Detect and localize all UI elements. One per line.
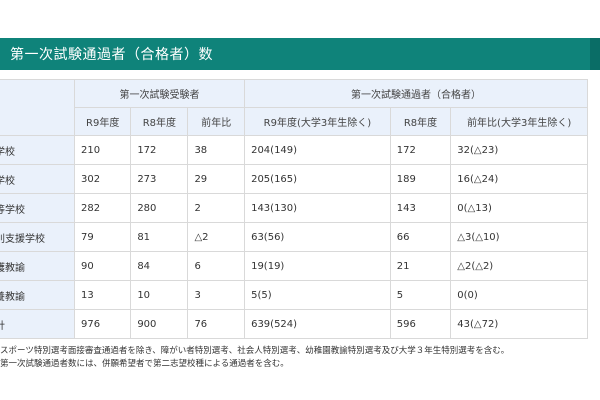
col-header-yoy-applicants: 前年比 xyxy=(187,107,246,136)
table-cell: 29 xyxy=(187,164,246,194)
table-cell: 273 xyxy=(130,164,189,194)
row-label: 等学校 xyxy=(0,193,76,223)
table-row: 護教諭 90 84 6 19(19) 21 △2(△2) xyxy=(0,251,588,281)
results-table: 第一次試験受験者 第一次試験通過者（合格者） R9年度 R8年度 前年比 R9年… xyxy=(0,79,588,339)
header-applicants: 第一次試験受験者 xyxy=(74,79,246,108)
footnotes: スポーツ特別選考面接審査通過者を除き、障がい者特別選考、社会人特別選考、幼稚園教… xyxy=(0,345,600,371)
table-cell: △2 xyxy=(187,222,246,252)
section-title: 第一次試験通過者（合格者）数 xyxy=(10,47,213,63)
table-cell: 204(149) xyxy=(244,135,391,165)
table-cell: 282 xyxy=(74,193,132,223)
table-cell: 302 xyxy=(74,164,132,194)
table-cell: △3(△10) xyxy=(450,222,588,252)
table-cell: 205(165) xyxy=(244,164,391,194)
table-cell: 63(56) xyxy=(244,222,391,252)
col-header-r9-applicants: R9年度 xyxy=(74,107,132,136)
table-row: 養教諭 13 10 3 5(5) 5 0(0) xyxy=(0,280,588,310)
table-row: 学校 302 273 29 205(165) 189 16(△24) xyxy=(0,164,588,194)
table-cell: 210 xyxy=(74,135,132,165)
table-row: 学校 210 172 38 204(149) 172 32(△23) xyxy=(0,135,588,165)
table-cell: 81 xyxy=(130,222,189,252)
row-label: 学校 xyxy=(0,135,76,165)
table-cell: 143 xyxy=(389,193,452,223)
table-cell: 6 xyxy=(187,251,246,281)
col-header-r9-passers: R9年度(大学3年生除く) xyxy=(244,107,391,136)
table-cell: 19(19) xyxy=(244,251,391,281)
table-cell: 172 xyxy=(389,135,452,165)
row-label: 学校 xyxy=(0,164,76,194)
col-header-r8-passers: R8年度 xyxy=(389,107,452,136)
row-label: 養教諭 xyxy=(0,280,76,310)
table-cell: 38 xyxy=(187,135,246,165)
table-cell: 32(△23) xyxy=(450,135,588,165)
section-title-bar: 第一次試験通過者（合格者）数 xyxy=(0,38,600,70)
table-cell: 3 xyxy=(187,280,246,310)
table-cell: 189 xyxy=(389,164,452,194)
table-cell: 84 xyxy=(130,251,189,281)
header-passers: 第一次試験通過者（合格者） xyxy=(244,79,588,108)
table-cell: 66 xyxy=(389,222,452,252)
footnote: 第一次試験通過者数には、併願希望者で第二志望校種による通過者を含む。 xyxy=(0,359,289,369)
table-cell: 10 xyxy=(130,280,189,310)
table-cell: 0(△13) xyxy=(450,193,588,223)
table-row: 等学校 282 280 2 143(130) 143 0(△13) xyxy=(0,193,588,223)
table-cell: 0(0) xyxy=(450,280,588,310)
table-row-total: 計 976 900 76 639(524) 596 43(△72) xyxy=(0,309,588,339)
table-cell: 172 xyxy=(130,135,189,165)
table-cell: △2(△2) xyxy=(450,251,588,281)
table-cell: 976 xyxy=(74,309,132,339)
table-cell: 16(△24) xyxy=(450,164,588,194)
table-cell: 280 xyxy=(130,193,189,223)
row-label: 別支援学校 xyxy=(0,222,76,252)
table-cell: 76 xyxy=(187,309,246,339)
table-cell: 5(5) xyxy=(244,280,391,310)
label-header-cell xyxy=(0,79,76,136)
table-cell: 639(524) xyxy=(244,309,391,339)
row-label: 護教諭 xyxy=(0,251,76,281)
table-cell: 596 xyxy=(389,309,452,339)
table-cell: 43(△72) xyxy=(450,309,588,339)
table-cell: 2 xyxy=(187,193,246,223)
table-row: 別支援学校 79 81 △2 63(56) 66 △3(△10) xyxy=(0,222,588,252)
table-cell: 5 xyxy=(389,280,452,310)
table-cell: 13 xyxy=(74,280,132,310)
table-cell: 21 xyxy=(389,251,452,281)
col-header-r8-applicants: R8年度 xyxy=(130,107,189,136)
table-cell: 90 xyxy=(74,251,132,281)
table-cell: 900 xyxy=(130,309,189,339)
table-cell: 143(130) xyxy=(244,193,391,223)
footnote: スポーツ特別選考面接審査通過者を除き、障がい者特別選考、社会人特別選考、幼稚園教… xyxy=(0,346,510,356)
row-label: 計 xyxy=(0,309,76,339)
title-bar-accent xyxy=(590,38,600,70)
table-cell: 79 xyxy=(74,222,132,252)
col-header-yoy-passers: 前年比(大学3年生除く) xyxy=(450,107,588,136)
